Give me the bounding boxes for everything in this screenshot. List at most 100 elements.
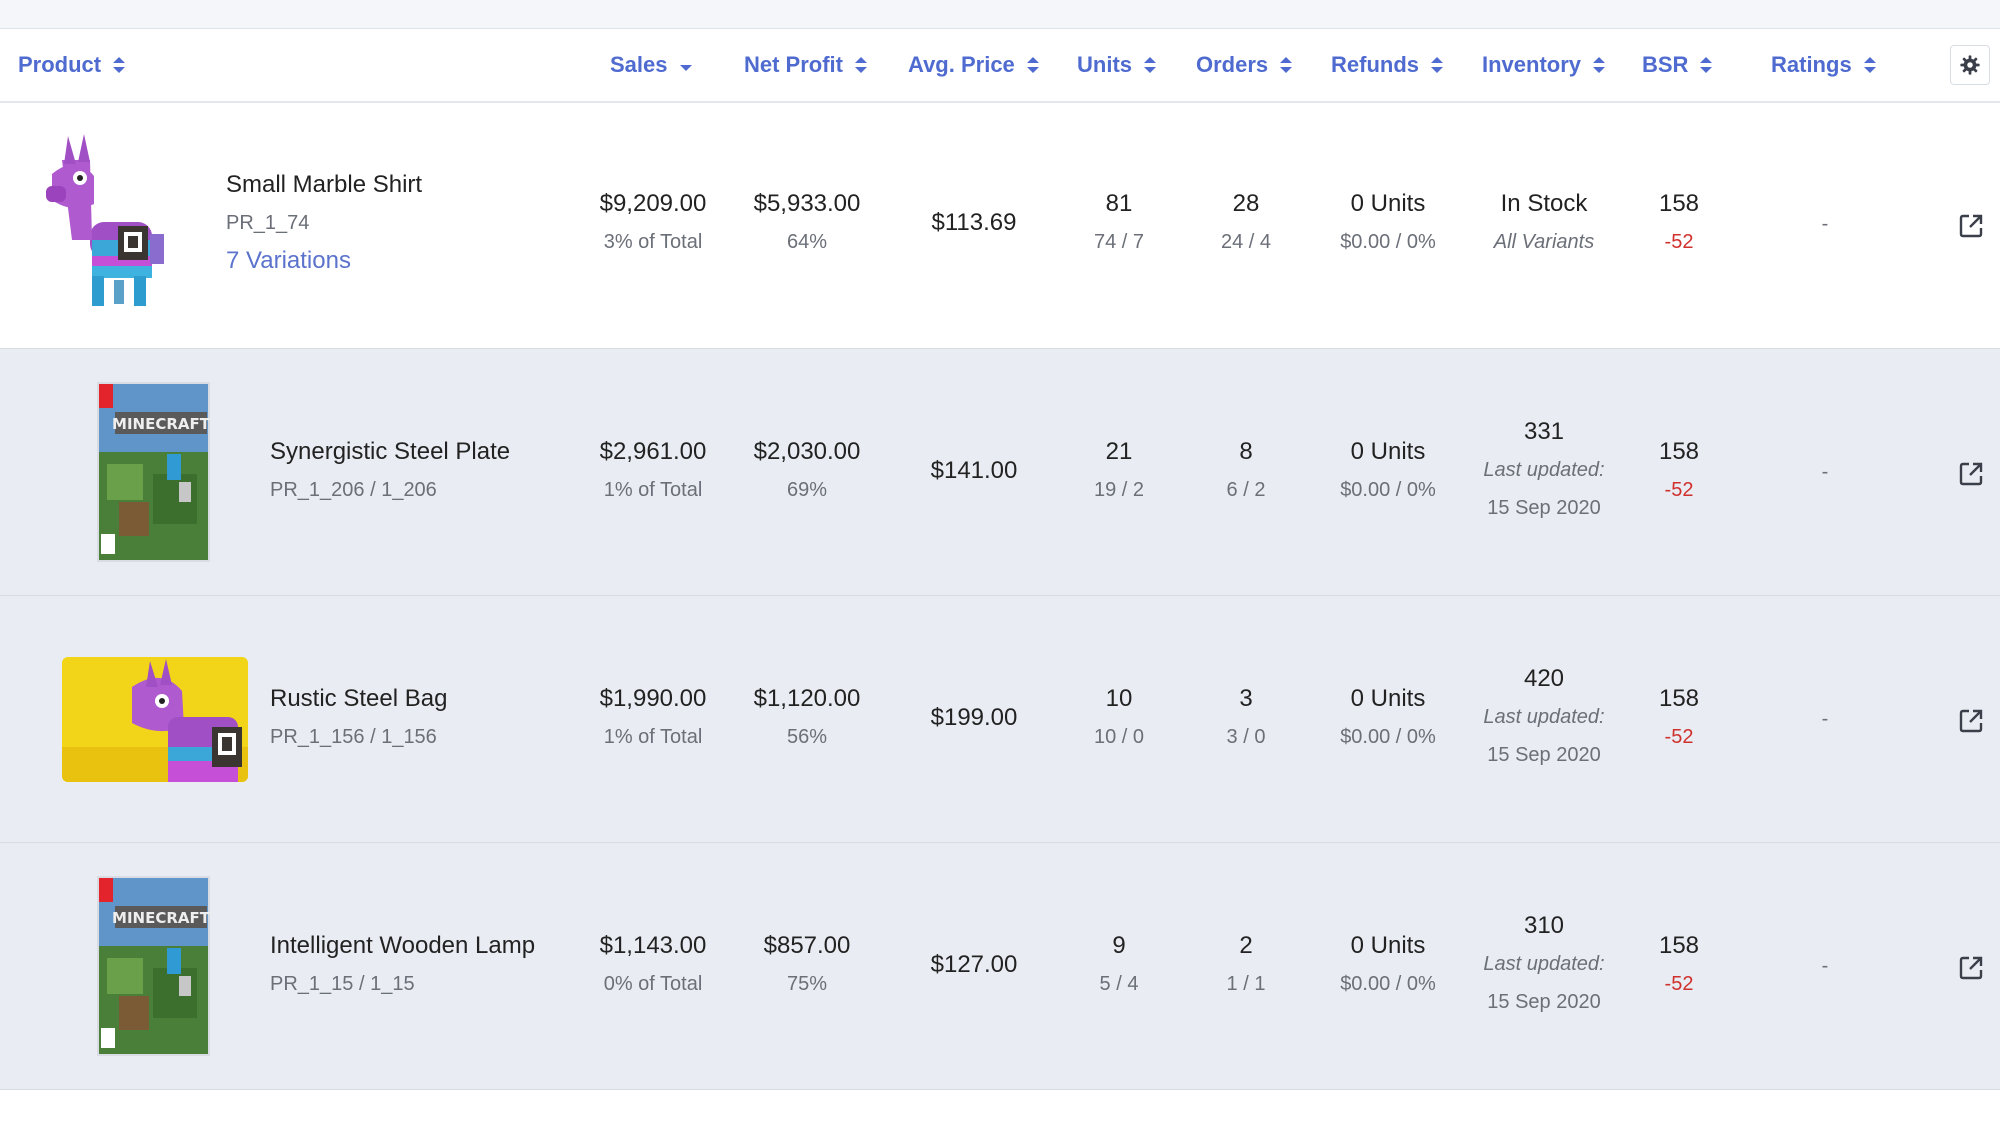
bsr-value: 158 bbox=[1658, 932, 1700, 959]
sort-icon bbox=[1144, 56, 1156, 74]
sales-share: 3% of Total bbox=[603, 231, 703, 253]
column-header-avg-price[interactable]: Avg. Price bbox=[908, 29, 1039, 101]
external-link-icon[interactable] bbox=[1957, 212, 1985, 240]
orders-split: 3 / 0 bbox=[1226, 726, 1266, 748]
refunds-value: 0 Units bbox=[1350, 438, 1426, 465]
net-profit-value: $857.00 bbox=[763, 932, 851, 959]
gear-icon bbox=[1960, 55, 1980, 75]
inventory-count: 331 bbox=[1523, 418, 1565, 445]
refunds-value: 0 Units bbox=[1350, 932, 1426, 959]
bsr-change: -52 bbox=[1664, 231, 1694, 253]
product-sku: PR_1_15 / 1_15 bbox=[270, 973, 415, 995]
net-profit-value: $2,030.00 bbox=[753, 438, 861, 465]
table-row[interactable]: Small Marble Shirt PR_1_74 7 Variations … bbox=[0, 102, 2000, 349]
table-row[interactable]: Rustic Steel Bag PR_1_156 / 1_156 $1,990… bbox=[0, 596, 2000, 843]
units-value: 21 bbox=[1105, 438, 1133, 465]
sort-icon bbox=[113, 56, 126, 74]
product-name[interactable]: Rustic Steel Bag bbox=[270, 680, 447, 718]
product-sku: PR_1_74 bbox=[226, 212, 310, 234]
product-name[interactable]: Small Marble Shirt bbox=[226, 166, 422, 204]
refunds-amount: $0.00 / 0% bbox=[1340, 726, 1436, 748]
product-image[interactable] bbox=[32, 130, 182, 320]
units-value: 81 bbox=[1105, 190, 1133, 217]
orders-split: 1 / 1 bbox=[1226, 973, 1266, 995]
column-header-inventory[interactable]: Inventory bbox=[1482, 29, 1606, 101]
sort-icon bbox=[1700, 56, 1713, 74]
column-header-refunds[interactable]: Refunds bbox=[1331, 29, 1443, 101]
bsr-value: 158 bbox=[1658, 190, 1700, 217]
inventory-count: 420 bbox=[1523, 665, 1565, 692]
table-row[interactable]: MINECRAFT Intelligent Wooden Lamp PR_1_1… bbox=[0, 843, 2000, 1090]
variations-link[interactable]: 7 Variations bbox=[226, 242, 422, 280]
product-info: Small Marble Shirt PR_1_74 7 Variations bbox=[226, 166, 422, 280]
column-header-net-profit[interactable]: Net Profit bbox=[744, 29, 867, 101]
refunds-amount: $0.00 / 0% bbox=[1340, 973, 1436, 995]
product-image[interactable] bbox=[62, 657, 248, 782]
ratings-value: - bbox=[1821, 708, 1829, 730]
sales-share: 1% of Total bbox=[603, 726, 703, 748]
external-link-icon[interactable] bbox=[1957, 460, 1985, 488]
bsr-change: -52 bbox=[1664, 726, 1694, 748]
inventory-updated-date: 15 Sep 2020 bbox=[1487, 744, 1601, 766]
inventory-updated-label: Last updated: bbox=[1483, 459, 1605, 481]
sort-icon bbox=[1026, 56, 1039, 74]
column-header-sales[interactable]: Sales bbox=[610, 29, 692, 101]
sales-value: $1,990.00 bbox=[599, 685, 707, 712]
bsr-change: -52 bbox=[1664, 479, 1694, 501]
product-info: Synergistic Steel Plate PR_1_206 / 1_206 bbox=[270, 433, 510, 509]
sort-icon bbox=[1863, 56, 1876, 74]
avg-price-value: $113.69 bbox=[931, 209, 1017, 236]
sort-icon bbox=[1593, 56, 1606, 74]
column-header-units[interactable]: Units bbox=[1077, 29, 1156, 101]
product-name[interactable]: Intelligent Wooden Lamp bbox=[270, 927, 535, 965]
units-value: 9 bbox=[1112, 932, 1126, 959]
net-profit-margin: 56% bbox=[786, 726, 828, 748]
refunds-amount: $0.00 / 0% bbox=[1340, 479, 1436, 501]
refunds-value: 0 Units bbox=[1350, 190, 1426, 217]
avg-price-value: $199.00 bbox=[930, 704, 1018, 731]
minecraft-box-image: MINECRAFT bbox=[97, 876, 210, 1056]
product-image[interactable]: MINECRAFT bbox=[97, 876, 210, 1056]
refunds-amount: $0.00 / 0% bbox=[1340, 231, 1436, 253]
sales-share: 0% of Total bbox=[603, 973, 703, 995]
minecraft-box-image: MINECRAFT bbox=[97, 382, 210, 562]
refunds-value: 0 Units bbox=[1350, 685, 1426, 712]
sales-share: 1% of Total bbox=[603, 479, 703, 501]
llama-yellow-image bbox=[62, 657, 248, 782]
orders-value: 3 bbox=[1239, 685, 1253, 712]
net-profit-value: $5,933.00 bbox=[753, 190, 861, 217]
product-info: Intelligent Wooden Lamp PR_1_15 / 1_15 bbox=[270, 927, 535, 1003]
orders-split: 24 / 4 bbox=[1220, 231, 1272, 253]
inventory-updated-date: 15 Sep 2020 bbox=[1487, 497, 1601, 519]
column-header-product[interactable]: Product bbox=[18, 29, 126, 101]
svg-text:MINECRAFT: MINECRAFT bbox=[112, 909, 210, 927]
external-link-icon[interactable] bbox=[1957, 707, 1985, 735]
inventory-updated-label: Last updated: bbox=[1483, 706, 1605, 728]
table-row[interactable]: MINECRAFT Synergistic Steel Plate PR_1_2… bbox=[0, 349, 2000, 596]
product-info: Rustic Steel Bag PR_1_156 / 1_156 bbox=[270, 680, 447, 756]
column-header-bsr[interactable]: BSR bbox=[1642, 29, 1713, 101]
product-name[interactable]: Synergistic Steel Plate bbox=[270, 433, 510, 471]
table-header: Product Sales Net Profit Avg. Price Unit… bbox=[0, 29, 2000, 103]
ratings-value: - bbox=[1821, 461, 1829, 483]
bsr-value: 158 bbox=[1658, 685, 1700, 712]
column-header-ratings[interactable]: Ratings bbox=[1771, 29, 1876, 101]
sort-desc-icon bbox=[679, 56, 692, 74]
product-image[interactable]: MINECRAFT bbox=[97, 382, 210, 562]
inventory-updated-date: 15 Sep 2020 bbox=[1487, 991, 1601, 1013]
settings-button[interactable] bbox=[1950, 45, 1990, 85]
net-profit-margin: 69% bbox=[786, 479, 828, 501]
inventory-status: In Stock bbox=[1500, 190, 1588, 217]
units-split: 74 / 7 bbox=[1093, 231, 1145, 253]
column-header-orders[interactable]: Orders bbox=[1196, 29, 1293, 101]
net-profit-margin: 75% bbox=[786, 973, 828, 995]
orders-value: 8 bbox=[1239, 438, 1253, 465]
inventory-updated-label: Last updated: bbox=[1483, 953, 1605, 975]
avg-price-value: $141.00 bbox=[930, 457, 1018, 484]
bsr-change: -52 bbox=[1664, 973, 1694, 995]
net-profit-margin: 64% bbox=[786, 231, 828, 253]
units-split: 19 / 2 bbox=[1093, 479, 1145, 501]
inventory-count: 310 bbox=[1523, 912, 1565, 939]
net-profit-value: $1,120.00 bbox=[753, 685, 861, 712]
external-link-icon[interactable] bbox=[1957, 954, 1985, 982]
